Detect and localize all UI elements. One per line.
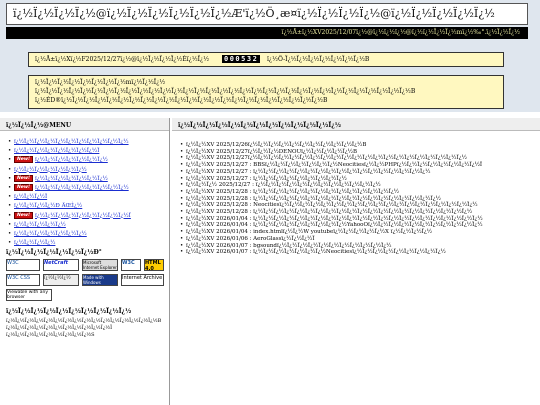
notice-box: ï¿½Ï¿½Ï¿½Ï¿½Ï¿½Ï¿½Ï¿½Ï¿½mï¿½Ï¿½Ï¿½ ï¿½Ï¿… — [28, 75, 504, 109]
site-title-box: ï¿½Ï¿½Ï¿½Ï¿½@ï¿½Ï¿½Ï¿½Ï¿½Ï¿½Ï¿½Æ'ï¿½Ö¸æ¤… — [6, 3, 528, 25]
news-heading: ï¿½Ï¿½Ï¿½Ï¿½Ï¿½Ï¿½Ï¿½Ï¿½Ï¿½Ï¿½Ï¿½Ï¿½Ï¿½ — [172, 118, 540, 131]
date-bar: ï¿½Å±ï¿½XV2025/12/07ï¿½@ï¿½ï¿½ï¿½@ï¿½ï¿½… — [6, 27, 528, 39]
w3c-small-banner[interactable]: W3C — [121, 259, 141, 271]
misc-banner[interactable]: ï¿½Ï¿½Ï¿½ — [43, 274, 79, 286]
news-item: ï¿½Ï¿½XV 2025/12/27 : ï¿½Ï¿½Ï¿½Ï¿½Ï¿½Ï¿½… — [176, 169, 540, 176]
about-text: ï¿½Ï¿½Ï¿½Ï¿½Ï¿½Ï¿½Ï¿½Ï¿½Ï¿½Ï¿½Ï¿½Ï¿½Ï¿½Ï… — [6, 318, 166, 339]
menu-link[interactable]: ï¿½Ï¿½Ï¿½Ï¿½Ð ÄŒÌ¿½ — [14, 203, 82, 209]
notice-line: ï¿½ÉD®ï¿½Ï¿½Ï¿½Ï¿½Ï¿½Ï¿½Ï¿½Ï¿½Ï¿½Ï¿½Ï¿½Ï… — [35, 97, 328, 104]
any-browser-banner[interactable]: Viewable with any browser — [6, 289, 52, 301]
menu-list: ï¿½Ï¿½Ï¿½Ï¿½Ï¿½Ï¿½Ï¿½Ï¿½Ï¿½Ï¿½Ï¿½ ï¿½Ï¿½Ï… — [4, 138, 168, 248]
about-line: ï¿½Ï¿½Ï¿½Ï¿½Ï¿½Ï¿½Ï¿½Ï¿½Ï¿½S — [6, 332, 95, 338]
new-badge: New! — [14, 183, 34, 191]
about-heading: ï¿½Ï¿½Ï¿½Ï¿½Ï¿½Ï¿½Ï¿½Ï¿½Ï¿½Ï¿½ — [6, 308, 132, 315]
menu-link[interactable]: ï¿½Ï¿½Ï¿½Ï¿½Ï¿½Ï¿½Ï¿½ — [14, 231, 87, 237]
new-badge: New! — [14, 174, 34, 182]
about-line: ï¿½Ï¿½Ï¿½Ï¿½Ï¿½Ï¿½Ï¿½Ï¿½Ï¿½Ï¿½Ï¿½Ï¿½Ï¿½Ï… — [6, 318, 162, 324]
menu-link[interactable]: ï¿½Ï¿½Ï¿½Ï¿½Ï¿½Ï¿½Ï¿½Ï¿½Ï¿½Ï — [35, 213, 131, 219]
menu-item: ï¿½Ï¿½Ï¿½Ï¿½Ï¿½Ï¿½Ï¿½Ï¿½Ï¿½Ï¿½Ï¿½ — [4, 138, 168, 147]
new-badge: New! — [14, 156, 34, 164]
w3c-banner[interactable]: W3C — [6, 259, 40, 271]
menu-item: ï¿½Ï¿½Ï¿½Ï¿½Ï¿½Ï¿½Ï¿½Ï¿½Ï — [4, 147, 168, 156]
counter-prefix: ï¿½Å±ï¿½Xï¿½F2025/12/27ï¿½@ï¿½Ï¿½Ï¿½Ï¿½È… — [35, 56, 210, 63]
news-item: ï¿½Ï¿½XV 2025/12/28 : ï¿½Ï¿½Ï¿½Ï¿½Ï¿½Ï¿½… — [176, 189, 540, 196]
notice-title: ï¿½Ï¿½Ï¿½Ï¿½Ï¿½Ï¿½Ï¿½Ï¿½mï¿½Ï¿½Ï¿½ — [35, 79, 166, 86]
news-item: ï¿½Ï¿½XV 2025/12/28 : ï¿½Ï¿½Ï¿½Ï¿½Ï¿½Ï¿½… — [176, 209, 540, 216]
menu-item: ï¿½Ï¿½Ï¿½Ï¿½Ï¿½ — [4, 221, 168, 230]
news-pane: ï¿½Ï¿½Ï¿½Ï¿½Ï¿½Ï¿½Ï¿½Ï¿½Ï¿½Ï¿½Ï¿½Ï¿½Ï¿½ … — [172, 118, 540, 405]
counter-suffix: ï¿½Ö-Ï¿½Ï¿½Ï¿½Ï¿½Ï¿½Ï¿½Ï¿½B — [267, 56, 370, 63]
menu-heading: ï¿½Ï¿½Ï¿½@MENU — [0, 118, 169, 131]
internet-archive-banner[interactable]: Internet Archive — [121, 274, 164, 286]
menu-item: New!ï¿½Ï¿½Ï¿½Ï¿½Ï¿½Ï¿½Ï¿½Ï¿½Ï¿½ — [4, 183, 168, 193]
menu-item: New!ï¿½Ï¿½Ï¿½Ï¿½Ï¿½Ï¿½Ï¿½ — [4, 174, 168, 184]
menu-link[interactable]: ï¿½Ï¿½Ï¿½Ï¿½ — [14, 240, 55, 246]
links-heading: ï¿½Ï¿½Ï¿½Ï¿½Ï¿½Ï¿½Ï¿½Ð° — [6, 249, 102, 256]
menu-item: New!ï¿½Ï¿½Ï¿½Ï¿½Ï¿½Ï¿½Ï¿½ — [4, 156, 168, 166]
menu-link[interactable]: ï¿½Ï¿½Ï¿½Ï¿½Ï¿½Ï¿½Ï¿½ — [35, 157, 108, 163]
menu-item: ï¿½Ï¿½Ï¿½Ï¿½ — [4, 239, 168, 248]
news-item: ï¿½Ï¿½XV 2026/01/06 : AeroGlassï¿½Ï¿½Ï¿½… — [176, 236, 540, 243]
menu-link[interactable]: ï¿½Ï¿½Ï¿½Ï¿½Ï¿½Ï¿½Ï¿½Ï¿½Ï¿½Ï¿½Ï¿½ — [14, 139, 129, 145]
date-bar-text: ï¿½Å±ï¿½XV2025/12/07ï¿½@ï¿½ï¿½ï¿½@ï¿½ï¿½… — [281, 29, 520, 36]
menu-item: ï¿½Ï¿½Ï¿½Ï — [4, 193, 168, 202]
windows-banner[interactable]: Made with Windows — [82, 274, 118, 286]
news-item: ï¿½Ï¿½XV 2026/01/07 : ï¿½Ï¿½Ï¿½Ï¿½Ï¿½Ï¿½… — [176, 249, 540, 256]
notice-line: ï¿½Ï¿½Ï¿½Ï¿½Ï¿½Ï¿½Ï¿½Ï¿½Ï¿½Ï¿½Ï¿½Ï¿½Ï¿½Ï… — [35, 88, 416, 95]
menu-link[interactable]: ï¿½Ï¿½Ï¿½Ï¿½Ï¿½Ï¿½Ï¿½Ï¿½Ï¿½ — [35, 185, 129, 191]
menu-link[interactable]: ï¿½Ï¿½Ï¿½Ï¿½Ï¿½Ï¿½Ï¿½ — [35, 176, 108, 182]
menu-item: New!ï¿½Ï¿½Ï¿½Ï¿½Ï¿½Ï¿½Ï¿½Ï¿½Ï¿½Ï — [4, 211, 168, 221]
left-menu-pane: ï¿½Ï¿½Ï¿½@MENU ï¿½Ï¿½Ï¿½Ï¿½Ï¿½Ï¿½Ï¿½Ï¿½Ï… — [0, 118, 170, 405]
html-banner[interactable]: HTML 4.0 — [144, 259, 164, 271]
menu-link[interactable]: ï¿½Ï¿½Ï¿½Ï — [14, 194, 47, 200]
menu-link[interactable]: ï¿½Ï¿½Ï¿½Ï¿½Ï¿½Ï¿½Ï¿½ — [14, 167, 87, 173]
menu-link[interactable]: ï¿½Ï¿½Ï¿½Ï¿½Ï¿½ — [14, 222, 66, 228]
netcraft-banner[interactable]: NetCraft — [43, 259, 79, 271]
ie-banner[interactable]: Microsoft Internet Explorer — [82, 259, 118, 271]
menu-item: ï¿½Ï¿½Ï¿½Ï¿½Ï¿½Ï¿½Ï¿½ — [4, 230, 168, 239]
menu-item: ï¿½Ï¿½Ï¿½Ï¿½Ï¿½Ï¿½Ï¿½ — [4, 166, 168, 175]
news-item: ï¿½Ï¿½XV 2025/12/26ï¿½Ï¿½Ï¿½Ï¿½Ï¿½Ï¿½Ï¿½… — [176, 142, 540, 149]
news-item: ï¿½Ï¿½XV 2026/01/04 : index.htmlï¿½Ï¿½W … — [176, 229, 540, 236]
site-header: ï¿½Ï¿½Ï¿½Ï¿½@ï¿½Ï¿½Ï¿½Ï¿½Ï¿½Ï¿½Æ'ï¿½Ö¸æ¤… — [0, 0, 540, 112]
news-list: ï¿½Ï¿½XV 2025/12/26ï¿½Ï¿½Ï¿½Ï¿½Ï¿½Ï¿½Ï¿½… — [176, 142, 540, 256]
w3c-css-banner[interactable]: W3C CSS — [6, 274, 40, 286]
news-item: ï¿½Ï¿½Ï¿½ 2025/12/27 : ï¿½Ï¿½Ï¿½Ï¿½Ï¿½Ï¿… — [176, 182, 540, 189]
menu-link[interactable]: ï¿½Ï¿½Ï¿½Ï¿½Ï¿½Ï¿½Ï¿½Ï¿½Ï — [14, 148, 99, 154]
counter-value: 000532 — [222, 55, 261, 63]
access-counter: ï¿½Å±ï¿½Xï¿½F2025/12/27ï¿½@ï¿½Ï¿½Ï¿½Ï¿½È… — [28, 52, 504, 67]
site-title: ï¿½Ï¿½Ï¿½Ï¿½@ï¿½Ï¿½Ï¿½Ï¿½Ï¿½Ï¿½Æ'ï¿½Ö¸æ¤… — [13, 7, 495, 20]
menu-item: ï¿½Ï¿½Ï¿½Ï¿½Ð ÄŒÌ¿½ — [4, 202, 168, 211]
about-line: ï¿½Ï¿½Ï¿½Ï¿½Ï¿½Ï¿½Ï¿½Ï¿½Ï¿½Ï¿½Ï¿½Ï — [6, 325, 113, 331]
new-badge: New! — [14, 211, 34, 219]
news-item: ï¿½Ï¿½XV 2025/12/27 : BBSï¿½Ï¿½Ï¿½Ï¿½Ï¿½… — [176, 162, 540, 169]
